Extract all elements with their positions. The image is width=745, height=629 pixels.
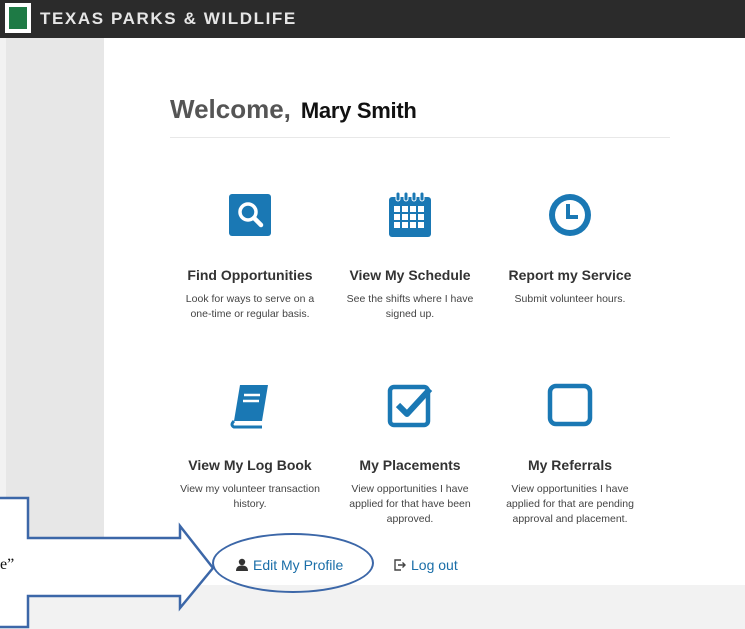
tile-my-referrals[interactable]: My Referrals View opportunities I have a… bbox=[495, 380, 645, 527]
tile-title: My Placements bbox=[359, 457, 461, 473]
tile-title: Find Opportunities bbox=[187, 267, 313, 283]
welcome-greeting: Welcome, bbox=[170, 94, 291, 124]
top-banner: TEXAS PARKS & WILDLIFE bbox=[0, 0, 745, 38]
calendar-icon bbox=[385, 190, 435, 240]
brand-title: TEXAS PARKS & WILDLIFE bbox=[40, 9, 297, 28]
tile-view-log-book[interactable]: View My Log Book View my volunteer trans… bbox=[175, 380, 325, 512]
logout-icon bbox=[394, 559, 406, 571]
tile-title: View My Schedule bbox=[349, 267, 471, 283]
tile-find-opportunities[interactable]: Find Opportunities Look for ways to serv… bbox=[175, 190, 325, 322]
tpwd-logo bbox=[5, 3, 31, 33]
logout-label: Log out bbox=[411, 557, 458, 573]
highlight-oval bbox=[212, 533, 374, 593]
tile-view-schedule[interactable]: View My Schedule See the shifts where I … bbox=[335, 190, 485, 322]
checkbox-icon bbox=[385, 380, 435, 430]
book-icon bbox=[225, 380, 275, 430]
tile-description: Look for ways to serve on a one-time or … bbox=[185, 293, 315, 320]
tile-title: Report my Service bbox=[508, 267, 632, 283]
left-gutter bbox=[6, 38, 104, 575]
callout-text-fragment: e” bbox=[0, 556, 15, 573]
search-icon bbox=[225, 190, 275, 240]
tile-description: Submit volunteer hours. bbox=[514, 293, 626, 305]
logout-link[interactable]: Log out bbox=[394, 557, 458, 573]
callout-arrow bbox=[0, 496, 215, 629]
tile-title: View My Log Book bbox=[188, 457, 312, 473]
user-name: Mary Smith bbox=[300, 98, 417, 123]
clock-icon bbox=[545, 190, 595, 240]
tile-title: My Referrals bbox=[527, 457, 613, 473]
welcome-heading: Welcome, Mary Smith bbox=[170, 94, 417, 125]
tile-my-placements[interactable]: My Placements View opportunities I have … bbox=[335, 380, 485, 527]
divider bbox=[170, 137, 670, 138]
square-icon bbox=[545, 380, 595, 430]
tile-description: See the shifts where I have signed up. bbox=[346, 293, 474, 320]
tile-description: View opportunities I have applied for th… bbox=[349, 483, 471, 525]
tile-description: View opportunities I have applied for th… bbox=[506, 483, 634, 525]
tile-report-service[interactable]: Report my Service Submit volunteer hours… bbox=[495, 190, 645, 307]
